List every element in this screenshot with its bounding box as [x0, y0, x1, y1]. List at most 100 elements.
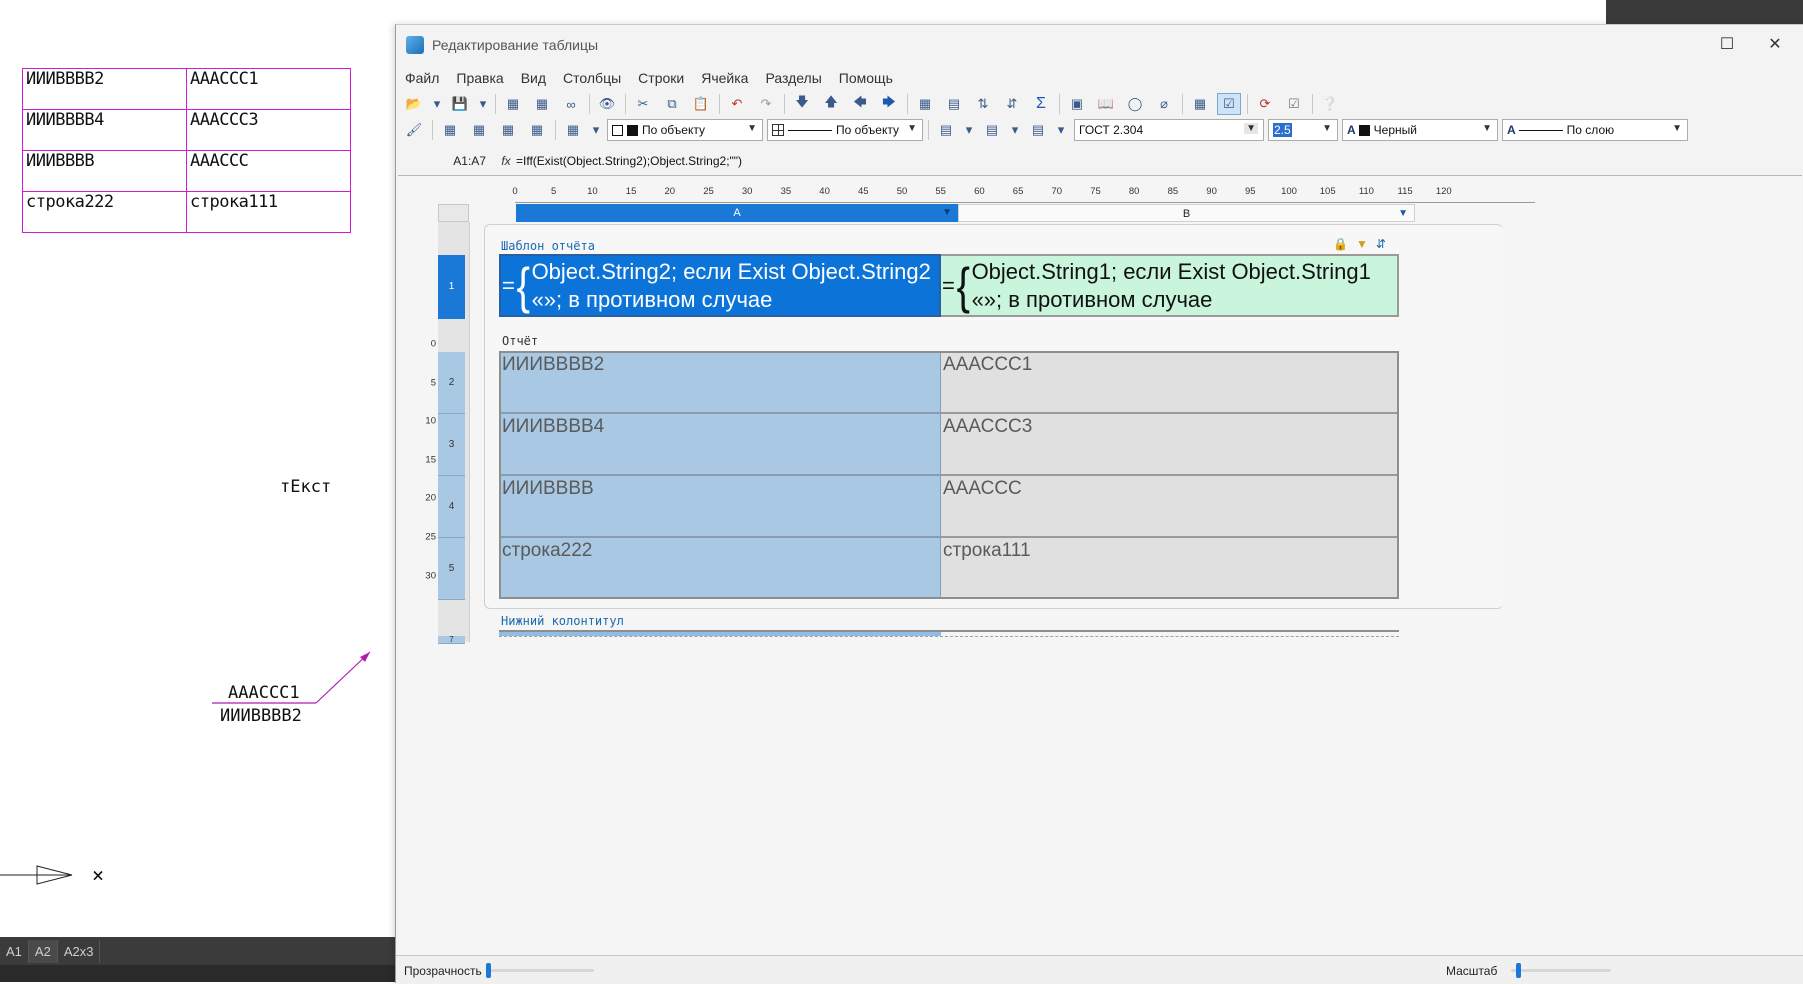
report-cell[interactable]: ИИИВВВВ	[499, 475, 941, 537]
layout-tab[interactable]: А2х3	[58, 939, 101, 963]
move-down-icon[interactable]: 🡇	[790, 93, 814, 115]
move-left-icon[interactable]: 🡄	[848, 93, 872, 115]
dropdown-arrow-icon[interactable]: ▾	[431, 93, 443, 115]
import-icon[interactable]: ▦	[501, 93, 525, 115]
sheet-area[interactable]: 0 5 10 15 20 25 30 35 40 45 50 55 60 65 70 75 80 85 90 95 10…	[398, 175, 1802, 956]
cut-icon[interactable]: ✂	[631, 93, 655, 115]
ruler-tick-label: 0	[512, 186, 518, 197]
menu-rows[interactable]: Строки	[629, 70, 692, 86]
table-props-icon[interactable]: ▦	[913, 93, 937, 115]
dropdown-arrow-icon[interactable]: ▾	[590, 119, 602, 141]
row-header[interactable]: 3	[438, 414, 465, 476]
menu-file[interactable]: Файл	[396, 70, 447, 86]
text-line-select[interactable]: A По слою ▼	[1502, 119, 1688, 141]
chevron-down-icon[interactable]: ▼	[942, 204, 952, 222]
cell-style-icon[interactable]: ▦	[525, 119, 549, 141]
text-color-value: Черный	[1373, 123, 1417, 137]
report-cell[interactable]: АААССС3	[941, 413, 1399, 475]
help-icon[interactable]: ❔	[1318, 93, 1342, 115]
sum-icon[interactable]: Σ	[1029, 93, 1053, 115]
cell-reference[interactable]: A1:A7	[396, 154, 496, 168]
dropdown-arrow-icon[interactable]: ▾	[963, 119, 975, 141]
dropdown-arrow-icon[interactable]: ▾	[477, 93, 489, 115]
font-select[interactable]: ГОСТ 2.304 ▼	[1074, 119, 1264, 141]
cell-format-icon[interactable]: ▦	[496, 119, 520, 141]
link-icon[interactable]: ∞	[559, 93, 583, 115]
diameter-icon[interactable]: ⌀	[1152, 93, 1176, 115]
sort-icon[interactable]: ⇅	[971, 93, 995, 115]
report-cell[interactable]: ИИИВВВВ2	[499, 351, 941, 413]
borders-icon[interactable]: ▦	[561, 119, 585, 141]
report-cell[interactable]: АААССС	[941, 475, 1399, 537]
copy-icon[interactable]: ⧉	[660, 93, 684, 115]
split-cells-icon[interactable]: ▦	[467, 119, 491, 141]
brush-icon[interactable]: 🖌	[402, 119, 426, 141]
calculator-icon[interactable]: ▦	[1188, 93, 1212, 115]
column-header-a[interactable]: A ▼	[516, 204, 958, 222]
menu-edit[interactable]: Правка	[447, 70, 511, 86]
close-button[interactable]: ✕	[1752, 31, 1798, 59]
transparency-slider[interactable]	[486, 963, 594, 978]
template-cell-a[interactable]: = { Object.String2; если Exist Object.St…	[499, 254, 941, 317]
column-header-b[interactable]: B ▼	[958, 204, 1415, 222]
fill-icon[interactable]: ▤	[934, 119, 958, 141]
layout-tab[interactable]: А1	[0, 939, 29, 963]
row-header[interactable]: 1	[438, 255, 465, 319]
row-header[interactable]: 7	[438, 636, 465, 644]
open-icon[interactable]: 📂	[402, 93, 426, 115]
menu-columns[interactable]: Столбцы	[554, 70, 629, 86]
move-right-icon[interactable]: 🡆	[877, 93, 901, 115]
preview-eye-icon[interactable]: 👁	[595, 93, 619, 115]
cad-drawing-area[interactable]: ИИИВВВВ2 АААССС1 ИИИВВВВ4 АААССС3 ИИИВВВ…	[0, 0, 395, 982]
slider-thumb[interactable]	[486, 963, 491, 978]
filter-icon[interactable]: ▼	[1356, 237, 1368, 251]
text-direction-icon[interactable]: ▤	[1026, 119, 1050, 141]
text-color-select[interactable]: A Черный ▼	[1342, 119, 1498, 141]
export-icon[interactable]: ▦	[530, 93, 554, 115]
row-header[interactable]: 5	[438, 538, 465, 600]
book-icon[interactable]: 📖	[1094, 93, 1118, 115]
paste-icon[interactable]: 📋	[689, 93, 713, 115]
chevron-down-icon[interactable]: ▼	[1398, 205, 1408, 223]
formula-input[interactable]: =Iff(Exist(Object.String2);Object.String…	[516, 154, 742, 168]
menu-cell[interactable]: Ячейка	[692, 70, 756, 86]
image-icon[interactable]: ▣	[1065, 93, 1089, 115]
template-cell-b[interactable]: = { Object.String1; если Exist Object.St…	[941, 254, 1399, 317]
move-up-icon[interactable]: 🡅	[819, 93, 843, 115]
menu-help[interactable]: Помощь	[830, 70, 901, 86]
row-header[interactable]: 2	[438, 352, 465, 414]
save-icon[interactable]: 💾	[448, 93, 472, 115]
dropdown-arrow-icon[interactable]: ▾	[1055, 119, 1067, 141]
menu-sections[interactable]: Разделы	[756, 70, 829, 86]
line-style-select[interactable]: По объекту ▼	[767, 119, 923, 141]
filter-icon[interactable]: ◯	[1123, 93, 1147, 115]
report-cell[interactable]: строка222	[499, 537, 941, 599]
toggle-check-icon[interactable]: ☑	[1217, 93, 1241, 115]
table-list-icon[interactable]: ▤	[942, 93, 966, 115]
border-style-select[interactable]: По объекту ▼	[607, 119, 763, 141]
report-cell[interactable]: АААССС1	[941, 351, 1399, 413]
sort-icon[interactable]: ⇵	[1376, 237, 1386, 251]
slider-thumb[interactable]	[1516, 963, 1521, 978]
report-cell[interactable]: ИИИВВВВ4	[499, 413, 941, 475]
refresh-icon[interactable]: ⟳	[1253, 93, 1277, 115]
layout-tab[interactable]: А2	[28, 939, 58, 963]
check-icon[interactable]: ☑	[1282, 93, 1306, 115]
dropdown-arrow-icon[interactable]: ▾	[1009, 119, 1021, 141]
maximize-button[interactable]: ☐	[1704, 31, 1750, 59]
function-icon[interactable]: fx	[496, 154, 516, 168]
sort-az-icon[interactable]: ⇵	[1000, 93, 1024, 115]
toolbar-separator	[625, 94, 626, 114]
menu-view[interactable]: Вид	[512, 70, 554, 86]
title-bar[interactable]: Редактирование таблицы — ☐ ✕	[396, 25, 1803, 65]
font-size-select[interactable]: 2.5 ▼	[1268, 119, 1338, 141]
undo-icon[interactable]: ↶	[725, 93, 749, 115]
scale-slider[interactable]	[1511, 963, 1611, 978]
section-title-template: Шаблон отчёта	[501, 239, 595, 253]
align-icon[interactable]: ▤	[980, 119, 1004, 141]
row-header[interactable]: 4	[438, 476, 465, 538]
redo-icon[interactable]: ↷	[754, 93, 778, 115]
report-cell[interactable]: строка111	[941, 537, 1399, 599]
lock-icon[interactable]: 🔒	[1333, 237, 1348, 251]
merge-cells-icon[interactable]: ▦	[438, 119, 462, 141]
